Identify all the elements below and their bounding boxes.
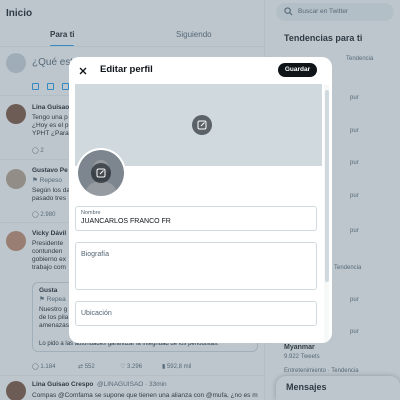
avatar-image — [78, 150, 124, 196]
name-field[interactable]: Nombre JUANCARLOS FRANCO FR — [75, 206, 317, 231]
change-avatar-button[interactable] — [91, 163, 111, 183]
close-icon — [79, 67, 87, 75]
camera-icon — [197, 120, 207, 130]
save-button[interactable]: Guardar — [278, 63, 317, 77]
name-field-label: Nombre — [81, 210, 101, 216]
bio-input[interactable]: Biografía — [81, 251, 109, 258]
close-button[interactable] — [75, 63, 91, 79]
location-input[interactable]: Ubicación — [81, 310, 112, 317]
dialog-title: Editar perfil — [100, 64, 153, 75]
edit-profile-dialog: Editar perfil Guardar Nombre JUANCARLOS … — [69, 57, 332, 343]
bio-field[interactable]: Biografía — [75, 242, 317, 290]
add-photo-button[interactable] — [192, 115, 212, 135]
scrollbar-thumb[interactable] — [325, 90, 329, 282]
camera-icon — [96, 168, 106, 178]
location-field[interactable]: Ubicación — [75, 301, 317, 326]
name-input[interactable]: JUANCARLOS FRANCO FR — [81, 218, 171, 225]
profile-avatar[interactable] — [76, 148, 126, 198]
